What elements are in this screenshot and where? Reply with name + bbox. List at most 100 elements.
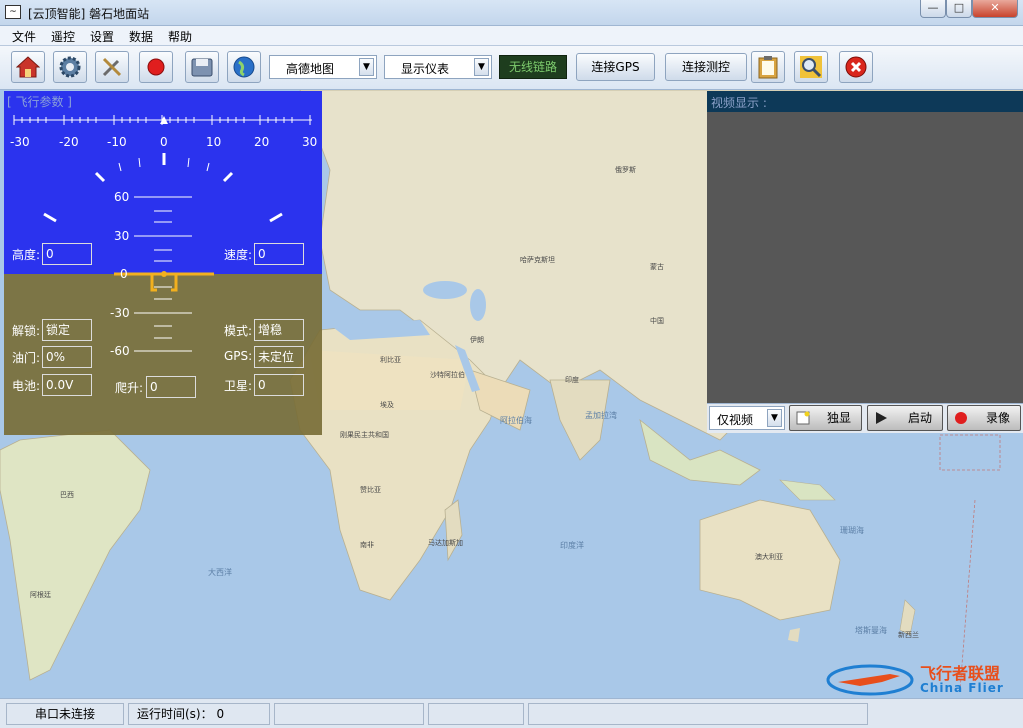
- roll-label: -30: [10, 135, 30, 149]
- magnifier-icon: [800, 56, 822, 78]
- menu-remote[interactable]: 遥控: [51, 28, 75, 45]
- record-video-label: 录像: [985, 411, 1010, 425]
- battery-value: 0.0V: [42, 374, 92, 396]
- map-label-mongolia: 蒙古: [650, 263, 664, 271]
- roll-label: 30: [302, 135, 318, 149]
- unlock-value: 锁定: [42, 319, 92, 341]
- maximize-button[interactable]: □: [946, 0, 972, 18]
- map-label-iran: 伊朗: [470, 336, 484, 344]
- map-label-argentina: 阿根廷: [30, 591, 51, 599]
- clipboard-button[interactable]: [751, 51, 785, 83]
- speed-label: 速度:: [224, 248, 253, 262]
- runtime-value: 0: [216, 707, 225, 721]
- menu-bar: 文件 遥控 设置 数据 帮助: [0, 26, 1023, 46]
- record-button[interactable]: [139, 51, 173, 83]
- climb-label: 爬升:: [115, 381, 144, 395]
- menu-settings[interactable]: 设置: [90, 28, 114, 45]
- satellite-label: 卫星:: [224, 379, 253, 393]
- map-label-nz: 新西兰: [898, 631, 919, 639]
- record-icon: [955, 412, 967, 424]
- display-mode-value: 显示仪表: [401, 62, 450, 76]
- altitude-label: 高度:: [12, 248, 41, 262]
- title-bar: ~ [云顶智能] 磐石地面站 — □ ✕: [0, 0, 1023, 26]
- save-button[interactable]: [185, 51, 219, 83]
- status-cell-4: [428, 703, 524, 725]
- runtime-label: 运行时间(s)：: [137, 707, 213, 721]
- home-button[interactable]: [11, 51, 45, 83]
- save-icon: [191, 58, 213, 77]
- connect-gps-button[interactable]: 连接GPS: [576, 53, 655, 81]
- menu-help[interactable]: 帮助: [168, 28, 192, 45]
- pitch-label: -60: [110, 344, 130, 358]
- map-source-select[interactable]: 高德地图 ▼: [269, 55, 377, 79]
- connect-telemetry-button[interactable]: 连接测控: [665, 53, 747, 81]
- toolbar: 高德地图 ▼ 显示仪表 ▼ 无线链路 连接GPS 连接测控: [0, 46, 1023, 90]
- map-label-egypt: 利比亚: [380, 356, 401, 364]
- roll-label: -10: [107, 135, 127, 149]
- tools-button[interactable]: [95, 51, 129, 83]
- window-icon: [796, 411, 810, 425]
- map-label-atlantic: 大西洋: [208, 568, 232, 577]
- video-mode-select[interactable]: 仅视频 ▼: [709, 406, 785, 430]
- map-source-value: 高德地图: [286, 62, 335, 76]
- throttle-label: 油门:: [12, 351, 41, 365]
- map-label-brazil: 巴西: [60, 491, 74, 499]
- solo-display-label: 独显: [826, 411, 851, 425]
- roll-label: 0: [160, 135, 168, 149]
- watermark-subtext: China Flier: [920, 681, 1004, 695]
- unlock-label: 解锁:: [12, 324, 41, 338]
- video-mode-value: 仅视频: [717, 413, 754, 427]
- gear-icon: [59, 56, 81, 78]
- map-label-australia: 澳大利亚: [755, 553, 783, 561]
- map-label-drc: 刚果民主共和国: [340, 431, 389, 439]
- play-icon: [876, 412, 887, 424]
- altitude-value: 0: [42, 243, 92, 265]
- map-label-saudi: 沙特阿拉伯: [430, 371, 465, 379]
- map-label-sudan: 埃及: [380, 401, 394, 409]
- climb-value: 0: [146, 376, 196, 398]
- start-video-button[interactable]: 启动: [867, 405, 943, 431]
- solo-display-button[interactable]: 独显: [789, 405, 862, 431]
- map-label-tasman-sea: 塔斯曼海: [855, 626, 887, 635]
- map-label-zambia: 赞比亚: [360, 486, 381, 494]
- close-app-icon: [845, 56, 867, 78]
- map-label-coral-sea: 珊瑚海: [840, 526, 864, 535]
- chevron-down-icon[interactable]: ▼: [474, 58, 489, 76]
- menu-file[interactable]: 文件: [12, 28, 36, 45]
- gps-value: 未定位: [254, 346, 304, 368]
- map-label-arabian-sea: 阿拉伯海: [500, 416, 532, 425]
- roll-label: 20: [254, 135, 270, 149]
- flight-params-panel: [ 飞行参数 ] -30 -20 -10 0 10 20 30 60 30 0 …: [4, 91, 322, 435]
- video-controls: 仅视频 ▼ 独显 启动 录像: [707, 403, 1023, 433]
- record-video-button[interactable]: 录像: [947, 405, 1021, 431]
- chevron-down-icon[interactable]: ▼: [767, 409, 782, 427]
- app-icon[interactable]: ~: [5, 5, 21, 19]
- roll-label: -20: [59, 135, 79, 149]
- map-label-indian-ocean: 印度洋: [560, 541, 584, 550]
- minimize-button[interactable]: —: [920, 0, 946, 18]
- satellite-value: 0: [254, 374, 304, 396]
- close-window-button[interactable]: ✕: [972, 0, 1018, 18]
- pitch-label: 60: [114, 190, 130, 204]
- pitch-label: 30: [114, 229, 130, 243]
- map-label-china: 中国: [650, 317, 664, 325]
- exit-button[interactable]: [839, 51, 873, 83]
- settings-button[interactable]: [53, 51, 87, 83]
- mode-label: 模式:: [224, 324, 253, 338]
- gps-label: GPS:: [224, 349, 253, 363]
- status-cell-3: [274, 703, 424, 725]
- globe-button[interactable]: [227, 51, 261, 83]
- window-title: [云顶智能] 磐石地面站: [28, 7, 150, 21]
- video-panel-title: 视频显示 :: [707, 91, 1023, 112]
- map-label-southafrica: 南非: [360, 541, 374, 549]
- globe-icon: [233, 56, 255, 78]
- chevron-down-icon[interactable]: ▼: [359, 58, 374, 76]
- start-video-label: 启动: [907, 411, 932, 425]
- menu-data[interactable]: 数据: [129, 28, 153, 45]
- search-button[interactable]: [794, 51, 828, 83]
- clipboard-icon: [758, 56, 778, 79]
- video-panel: 视频显示 :: [707, 91, 1023, 433]
- tools-icon: [102, 57, 122, 77]
- display-mode-select[interactable]: 显示仪表 ▼: [384, 55, 492, 79]
- home-icon: [16, 56, 40, 78]
